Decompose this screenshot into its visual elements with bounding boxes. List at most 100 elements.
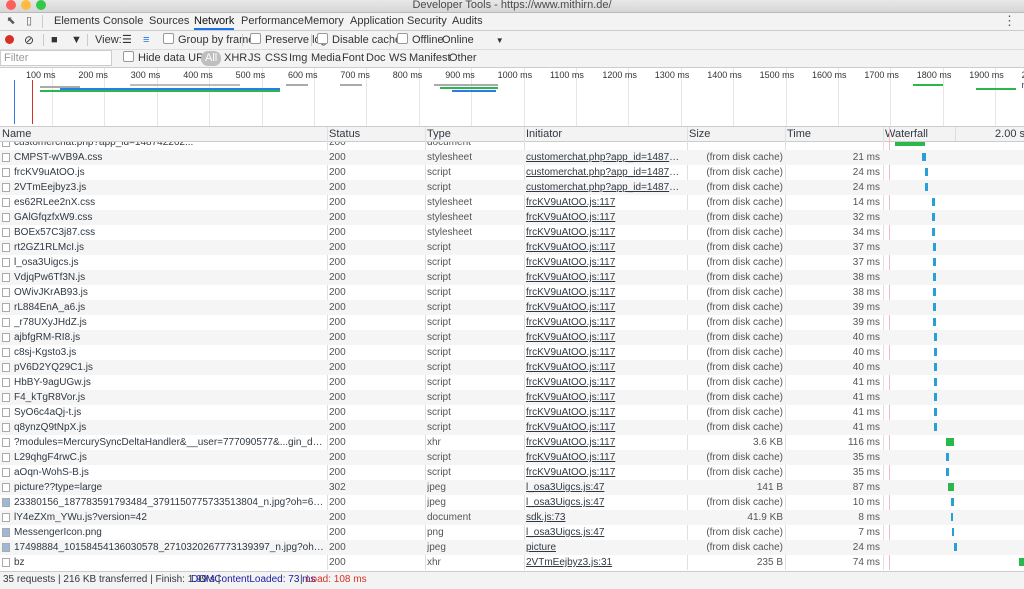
request-initiator[interactable]: 2VTmEejbyz3.js:31 <box>526 555 684 570</box>
tab-network[interactable]: Network <box>194 13 235 30</box>
device-toolbar-icon[interactable]: ▯ <box>22 14 36 28</box>
request-name[interactable]: pV6D2YQ29C1.js <box>14 360 326 375</box>
request-initiator[interactable]: picture <box>526 540 684 555</box>
request-initiator[interactable] <box>526 142 684 150</box>
request-initiator[interactable]: frcKV9uAtOO.js:117 <box>526 450 684 465</box>
record-button[interactable] <box>5 35 14 44</box>
screenshot-camera-icon[interactable]: ■ <box>51 32 58 48</box>
table-row[interactable]: lY4eZXm_YWu.js?version=42 200 document sdk.… <box>0 510 1024 525</box>
table-row[interactable]: 17498884_10158454136030578_2710320267773… <box>0 540 1024 555</box>
group-by-frame-checkbox[interactable]: Group by frame <box>163 32 254 48</box>
request-name[interactable]: ?modules=MercurySyncDeltaHandler&__user=… <box>14 435 326 450</box>
tab-audits[interactable]: Audits <box>452 13 483 30</box>
clear-icon[interactable]: ⊘ <box>24 32 34 48</box>
filter-type-media[interactable]: Media <box>311 51 341 66</box>
request-name[interactable]: 23380156_187783591793484_379115077573351… <box>14 495 326 510</box>
throttle-select[interactable]: Online ▼ <box>442 32 504 48</box>
request-name[interactable]: F4_kTgR8Vor.js <box>14 390 326 405</box>
filter-type-xhr[interactable]: XHR <box>224 51 247 66</box>
column-header-time[interactable]: Time <box>785 127 884 141</box>
table-row[interactable]: GAlGfqzfxW9.css 200 stylesheet frcKV9uAtOO.… <box>0 210 1024 225</box>
filter-type-other[interactable]: Other <box>449 51 477 66</box>
request-initiator[interactable]: customerchat.php?app_id=14874226... <box>526 150 684 165</box>
table-row[interactable]: L29qhgF4rwC.js 200 script frcKV9uAtOO.js:11… <box>0 450 1024 465</box>
request-initiator[interactable]: customerchat.php?app_id=14874226... <box>526 165 684 180</box>
request-name[interactable]: es62RLee2nX.css <box>14 195 326 210</box>
table-row[interactable]: VdjqPw6Tf3N.js 200 script frcKV9uAtOO.js:11… <box>0 270 1024 285</box>
tab-sources[interactable]: Sources <box>149 13 189 30</box>
filter-type-js[interactable]: JS <box>248 51 261 66</box>
request-initiator[interactable]: frcKV9uAtOO.js:117 <box>526 405 684 420</box>
request-name[interactable]: GAlGfqzfxW9.css <box>14 210 326 225</box>
request-name[interactable]: BOEx57C3j87.css <box>14 225 326 240</box>
table-row[interactable]: q8ynzQ9tNpX.js 200 script frcKV9uAtOO.js:11… <box>0 420 1024 435</box>
request-initiator[interactable]: frcKV9uAtOO.js:117 <box>526 330 684 345</box>
table-row[interactable]: picture??type=large 302 jpeg l_osa3Uigcs.js… <box>0 480 1024 495</box>
filter-type-ws[interactable]: WS <box>389 51 407 66</box>
request-initiator[interactable]: frcKV9uAtOO.js:117 <box>526 375 684 390</box>
table-row[interactable]: frcKV9uAtOO.js 200 script customerchat.php?… <box>0 165 1024 180</box>
request-name[interactable]: 17498884_10158454136030578_2710320267773… <box>14 540 326 555</box>
tab-elements[interactable]: Elements <box>54 13 100 30</box>
table-row[interactable]: aOqn-WohS-B.js 200 script frcKV9uAtOO.js:11… <box>0 465 1024 480</box>
tab-security[interactable]: Security <box>407 13 447 30</box>
request-initiator[interactable]: frcKV9uAtOO.js:117 <box>526 360 684 375</box>
request-name[interactable]: rt2GZ1RLMcI.js <box>14 240 326 255</box>
table-row[interactable]: es62RLee2nX.css 200 stylesheet frcKV9uAtOO.… <box>0 195 1024 210</box>
request-initiator[interactable]: frcKV9uAtOO.js:117 <box>526 225 684 240</box>
request-initiator[interactable]: frcKV9uAtOO.js:117 <box>526 390 684 405</box>
request-name[interactable]: VdjqPw6Tf3N.js <box>14 270 326 285</box>
request-name[interactable]: q8ynzQ9tNpX.js <box>14 420 326 435</box>
column-header-waterfall[interactable]: Waterfall <box>883 127 955 141</box>
request-name[interactable]: HbBY-9agUGw.js <box>14 375 326 390</box>
table-row[interactable]: F4_kTgR8Vor.js 200 script frcKV9uAtOO.js:11… <box>0 390 1024 405</box>
table-row[interactable]: BOEx57C3j87.css 200 stylesheet frcKV9uAtOO.… <box>0 225 1024 240</box>
request-name[interactable]: SyO6c4aQj-t.js <box>14 405 326 420</box>
table-row[interactable]: HbBY-9agUGw.js 200 script frcKV9uAtOO.js:11… <box>0 375 1024 390</box>
request-name[interactable]: customerchat.php?app_id=148742262... <box>14 142 326 150</box>
request-initiator[interactable]: l_osa3Uigcs.js:47 <box>526 480 684 495</box>
request-initiator[interactable]: frcKV9uAtOO.js:117 <box>526 195 684 210</box>
filter-type-css[interactable]: CSS <box>265 51 288 66</box>
table-row[interactable]: 23380156_187783591793484_379115077573351… <box>0 495 1024 510</box>
request-name[interactable]: MessengerIcon.png <box>14 525 326 540</box>
request-name[interactable]: ajbfgRM-RI8.js <box>14 330 326 345</box>
request-name[interactable]: lY4eZXm_YWu.js?version=42 <box>14 510 326 525</box>
request-initiator[interactable]: frcKV9uAtOO.js:117 <box>526 465 684 480</box>
request-initiator[interactable]: sdk.js:73 <box>526 510 684 525</box>
table-row[interactable]: bz 200 xhr 2VTmEejbyz3.js:31 235 B 74 ms <box>0 555 1024 570</box>
filter-type-manifest[interactable]: Manifest <box>409 51 451 66</box>
tab-console[interactable]: Console <box>103 13 143 30</box>
network-overview-timeline[interactable]: 100 ms 200 ms 300 ms 400 ms 500 ms 600 ms 700 … <box>0 68 1024 127</box>
request-initiator[interactable]: l_osa3Uigcs.js:47 <box>526 525 684 540</box>
request-initiator[interactable]: l_osa3Uigcs.js:47 <box>526 495 684 510</box>
request-initiator[interactable]: frcKV9uAtOO.js:117 <box>526 270 684 285</box>
inspect-element-icon[interactable]: ⬉ <box>4 14 18 28</box>
request-name[interactable]: OWivJKrAB93.js <box>14 285 326 300</box>
request-name[interactable]: aOqn-WohS-B.js <box>14 465 326 480</box>
request-initiator[interactable]: customerchat.php?app_id=14874226... <box>526 180 684 195</box>
request-initiator[interactable]: frcKV9uAtOO.js:117 <box>526 285 684 300</box>
table-row[interactable]: c8sj-Kgsto3.js 200 script frcKV9uAtOO.js:11… <box>0 345 1024 360</box>
request-initiator[interactable]: frcKV9uAtOO.js:117 <box>526 300 684 315</box>
table-row[interactable]: 2VTmEejbyz3.js 200 script customerchat.php?… <box>0 180 1024 195</box>
column-header-size[interactable]: Size <box>687 127 786 141</box>
request-name[interactable]: 2VTmEejbyz3.js <box>14 180 326 195</box>
column-header-type[interactable]: Type <box>425 127 525 141</box>
tab-application[interactable]: Application <box>350 13 404 30</box>
request-initiator[interactable]: frcKV9uAtOO.js:117 <box>526 255 684 270</box>
tab-memory[interactable]: Memory <box>304 13 344 30</box>
request-name[interactable]: L29qhgF4rwC.js <box>14 450 326 465</box>
offline-checkbox[interactable]: Offline <box>397 32 444 48</box>
request-initiator[interactable]: frcKV9uAtOO.js:117 <box>526 315 684 330</box>
request-name[interactable]: l_osa3Uigcs.js <box>14 255 326 270</box>
table-row[interactable]: ?modules=MercurySyncDeltaHandler&__user=… <box>0 435 1024 450</box>
filter-type-img[interactable]: Img <box>289 51 307 66</box>
request-name[interactable]: frcKV9uAtOO.js <box>14 165 326 180</box>
request-initiator[interactable]: frcKV9uAtOO.js:117 <box>526 240 684 255</box>
request-initiator[interactable]: frcKV9uAtOO.js:117 <box>526 345 684 360</box>
tab-performance[interactable]: Performance <box>241 13 304 30</box>
table-row[interactable]: l_osa3Uigcs.js 200 script frcKV9uAtOO.js:11… <box>0 255 1024 270</box>
table-row[interactable]: rt2GZ1RLMcI.js 200 script frcKV9uAtOO.js:11… <box>0 240 1024 255</box>
request-name[interactable]: bz <box>14 555 326 570</box>
